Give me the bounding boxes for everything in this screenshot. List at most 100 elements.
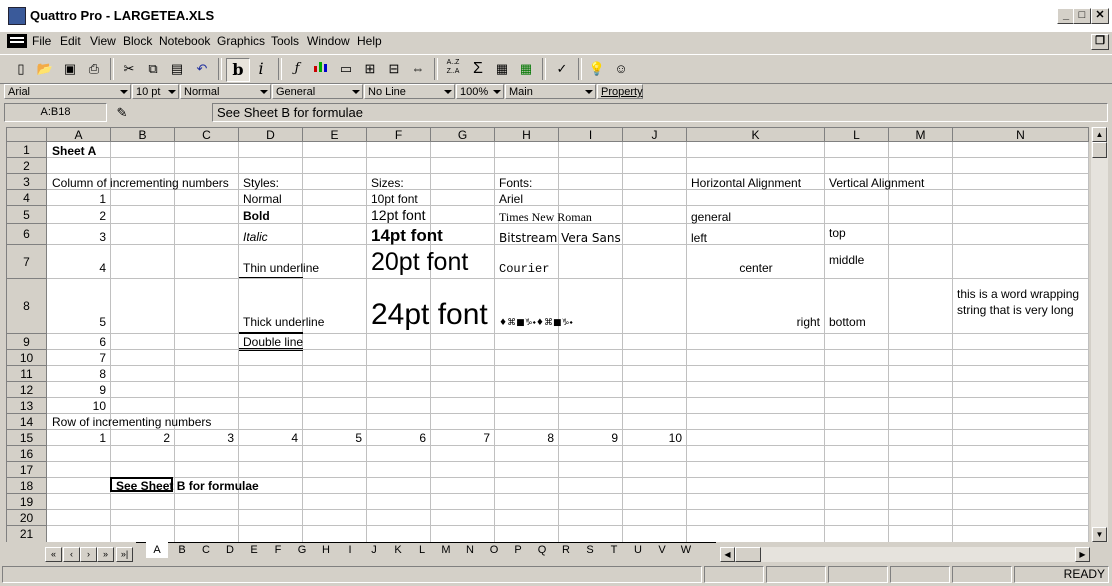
last-sheet-icon[interactable]: » bbox=[97, 547, 114, 562]
delete-icon[interactable]: ⊟ bbox=[383, 58, 405, 80]
cell-l3[interactable]: Vertical Alignment bbox=[829, 176, 924, 190]
sheet-tab-d[interactable]: D bbox=[219, 542, 241, 558]
sheet-tab-v[interactable]: V bbox=[651, 542, 673, 558]
next-sheet-icon[interactable]: › bbox=[80, 547, 97, 562]
row-header-2[interactable]: 2 bbox=[7, 158, 47, 174]
row-header-9[interactable]: 9 bbox=[7, 334, 47, 350]
scroll-up-icon[interactable]: ▲ bbox=[1092, 127, 1107, 142]
zoom-select[interactable]: 100% bbox=[456, 84, 504, 99]
cell-d9[interactable]: Double line bbox=[243, 335, 303, 349]
column-header-m[interactable]: M bbox=[889, 128, 953, 142]
cell-a1[interactable]: Sheet A bbox=[52, 144, 96, 158]
app-icon[interactable] bbox=[8, 7, 26, 25]
row-header-3[interactable]: 3 bbox=[7, 174, 47, 190]
row-header-12[interactable]: 12 bbox=[7, 382, 47, 398]
jump-sheet-icon[interactable]: »| bbox=[116, 547, 133, 562]
cell-d6[interactable]: Italic bbox=[243, 230, 268, 244]
sheet-tab-b[interactable]: B bbox=[171, 542, 193, 558]
cell-h3[interactable]: Fonts: bbox=[499, 176, 532, 190]
row-header-13[interactable]: 13 bbox=[7, 398, 47, 414]
select-all-corner[interactable] bbox=[7, 128, 47, 142]
row-header-11[interactable]: 11 bbox=[7, 366, 47, 382]
prev-sheet-icon[interactable]: ‹ bbox=[63, 547, 80, 562]
cell-k6[interactable]: left bbox=[691, 231, 707, 245]
row-header-20[interactable]: 20 bbox=[7, 510, 47, 526]
sheet-tab-u[interactable]: U bbox=[627, 542, 649, 558]
bold-icon[interactable]: b bbox=[226, 58, 250, 82]
format-select[interactable]: General bbox=[272, 84, 363, 99]
row-header-18[interactable]: 18 bbox=[7, 478, 47, 494]
column-header-j[interactable]: J bbox=[623, 128, 687, 142]
function-icon[interactable]: ƒ bbox=[286, 58, 308, 80]
first-sheet-icon[interactable]: « bbox=[45, 547, 62, 562]
cell-h4[interactable]: Ariel bbox=[499, 192, 523, 206]
row-header-21[interactable]: 21 bbox=[7, 526, 47, 543]
print-icon[interactable]: ⎙ bbox=[83, 58, 105, 80]
cell-a3[interactable]: Column of incrementing numbers bbox=[52, 176, 229, 190]
sum-icon[interactable]: Σ bbox=[467, 58, 489, 80]
row-header-4[interactable]: 4 bbox=[7, 190, 47, 206]
cell-a11[interactable]: 8 bbox=[47, 367, 106, 381]
sheet-tab-n[interactable]: N bbox=[459, 542, 481, 558]
cell-a4[interactable]: 1 bbox=[47, 192, 106, 206]
cell-d7[interactable]: Thin underline bbox=[243, 261, 319, 275]
row-header-1[interactable]: 1 bbox=[7, 142, 47, 158]
font-select[interactable]: Arial bbox=[4, 84, 131, 99]
format-icon[interactable]: ▦ bbox=[491, 58, 513, 80]
cell-contents-input[interactable]: See Sheet B for formulae bbox=[212, 103, 1108, 122]
column-header-f[interactable]: F bbox=[367, 128, 431, 142]
mode-select[interactable]: Main bbox=[505, 84, 596, 99]
sheet-tab-s[interactable]: S bbox=[579, 542, 601, 558]
row-header-15[interactable]: 15 bbox=[7, 430, 47, 446]
column-header-n[interactable]: N bbox=[953, 128, 1089, 142]
scroll-right-icon[interactable]: ▶ bbox=[1075, 547, 1090, 562]
cell-j15[interactable]: 10 bbox=[623, 431, 682, 445]
cell-f6[interactable]: 14pt font bbox=[371, 226, 443, 245]
style-select[interactable]: Normal bbox=[180, 84, 271, 99]
cell-h15[interactable]: 8 bbox=[495, 431, 554, 445]
navigate-icon[interactable]: ✎ bbox=[110, 103, 134, 122]
cell-b15[interactable]: 2 bbox=[111, 431, 170, 445]
cell-n8[interactable]: this is a word wrapping string that is v… bbox=[957, 286, 1081, 318]
paste-icon[interactable]: ▤ bbox=[166, 58, 188, 80]
cell-h7[interactable]: Courier bbox=[499, 262, 549, 276]
cell-f7[interactable]: 20pt font bbox=[371, 248, 468, 276]
row-header-19[interactable]: 19 bbox=[7, 494, 47, 510]
row-header-7[interactable]: 7 bbox=[7, 245, 47, 279]
maximize-icon[interactable]: □ bbox=[1073, 8, 1091, 24]
sheet-tab-w[interactable]: W bbox=[675, 542, 697, 558]
row-header-10[interactable]: 10 bbox=[7, 350, 47, 366]
menu-block[interactable]: Block bbox=[123, 34, 152, 48]
cell-d3[interactable]: Styles: bbox=[243, 176, 279, 190]
sheet-tab-m[interactable]: M bbox=[435, 542, 457, 558]
cell-a15[interactable]: 1 bbox=[47, 431, 106, 445]
cell-l6[interactable]: top bbox=[829, 226, 846, 240]
property-button[interactable]: Property bbox=[597, 84, 643, 99]
border-select[interactable]: No Line bbox=[364, 84, 455, 99]
sheet-tab-j[interactable]: J bbox=[363, 542, 385, 558]
restore-notebook-icon[interactable]: ❐ bbox=[1091, 34, 1109, 50]
cell-d4[interactable]: Normal bbox=[243, 192, 282, 206]
column-header-l[interactable]: L bbox=[825, 128, 889, 142]
menu-graphics[interactable]: Graphics bbox=[217, 34, 265, 48]
cell-f4[interactable]: 10pt font bbox=[371, 192, 418, 206]
cell-l8[interactable]: bottom bbox=[829, 315, 866, 329]
column-header-a[interactable]: A bbox=[47, 128, 111, 142]
cell-a13[interactable]: 10 bbox=[47, 399, 106, 413]
cell-reference[interactable]: A:B18 bbox=[4, 103, 107, 122]
column-header-b[interactable]: B bbox=[111, 128, 175, 142]
sheet-tab-h[interactable]: H bbox=[315, 542, 337, 558]
row-header-8[interactable]: 8 bbox=[7, 279, 47, 334]
sheet-tab-k[interactable]: K bbox=[387, 542, 409, 558]
row-header-14[interactable]: 14 bbox=[7, 414, 47, 430]
sheet-tab-c[interactable]: C bbox=[195, 542, 217, 558]
cell-h6[interactable]: Bitstream Vera Sans bbox=[499, 231, 621, 245]
save-icon[interactable]: ▣ bbox=[59, 58, 81, 80]
sheet-tab-l[interactable]: L bbox=[411, 542, 433, 558]
cell-l7[interactable]: middle bbox=[829, 253, 864, 267]
sheet-tab-r[interactable]: R bbox=[555, 542, 577, 558]
menu-tools[interactable]: Tools bbox=[271, 34, 299, 48]
sheet-tab-t[interactable]: T bbox=[603, 542, 625, 558]
cell-f8[interactable]: 24pt font bbox=[371, 298, 488, 331]
cell-f3[interactable]: Sizes: bbox=[371, 176, 404, 190]
